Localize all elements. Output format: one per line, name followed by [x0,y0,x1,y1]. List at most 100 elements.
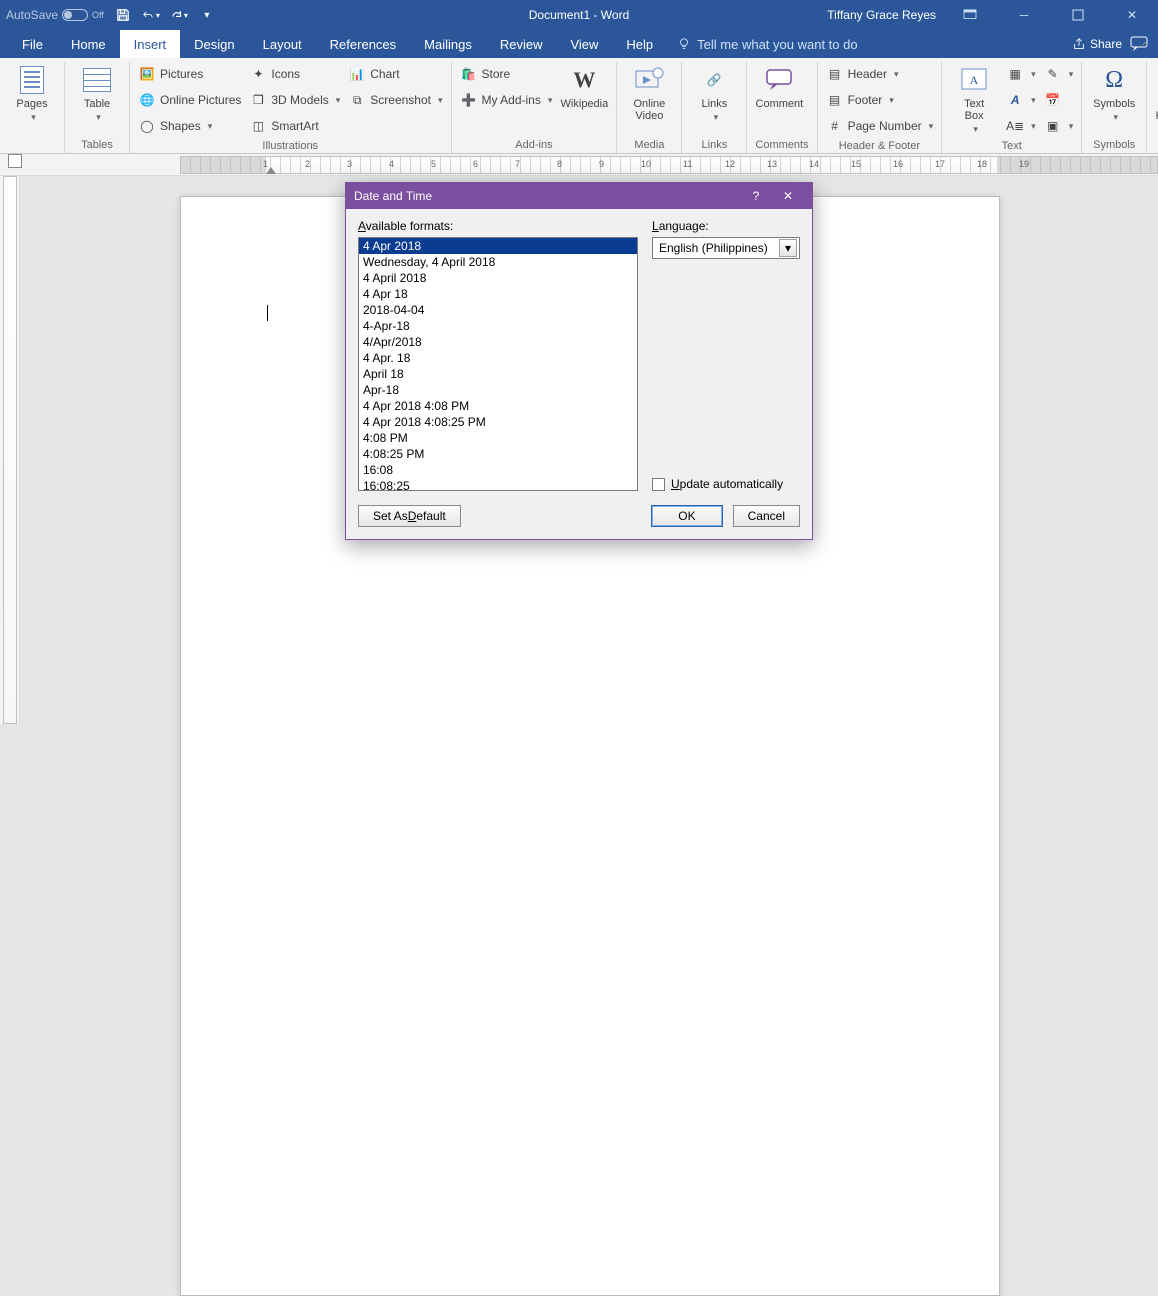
qat-customize-icon[interactable]: ▾ [198,6,216,24]
format-option[interactable]: 4 April 2018 [359,270,637,286]
store-button[interactable]: 🛍️Store [460,62,553,86]
table-button[interactable]: Table [73,62,121,125]
format-option[interactable]: 4:08:25 PM [359,446,637,462]
format-option[interactable]: April 18 [359,366,637,382]
tab-insert[interactable]: Insert [120,30,181,58]
page-number-button[interactable]: #Page Number [826,114,934,138]
smartart-button[interactable]: ◫SmartArt [249,114,340,138]
group-media-label: Media [625,137,673,151]
title-bar: AutoSave Off ▾ ▾ ▾ Document1 - Word Tiff… [0,0,1158,30]
chart-button[interactable]: 📊Chart [348,62,442,86]
update-automatically-checkbox[interactable] [652,478,665,491]
3d-models-button[interactable]: ❒3D Models [249,88,340,112]
wordart-button[interactable]: A [1006,88,1036,112]
video-icon [633,64,665,96]
format-option[interactable]: Apr-18 [359,382,637,398]
group-media: Online Video Media [617,62,682,153]
header-button[interactable]: ▤Header [826,62,934,86]
set-as-default-button[interactable]: Set As Default [358,505,461,527]
wikipedia-button[interactable]: W Wikipedia [560,62,608,112]
footer-button[interactable]: ▤Footer [826,88,934,112]
tell-me-search[interactable]: Tell me what you want to do [677,30,857,58]
close-button[interactable]: ✕ [1112,3,1152,27]
online-video-button[interactable]: Online Video [625,62,673,124]
pictures-button[interactable]: 🖼️Pictures [138,62,241,86]
tab-help[interactable]: Help [612,30,667,58]
ruler-number: 5 [431,159,436,169]
ruler-number: 15 [851,159,861,169]
my-addins-button[interactable]: ➕My Add-ins [460,88,553,112]
dialog-help-button[interactable]: ? [740,189,772,203]
formats-listbox[interactable]: 4 Apr 2018Wednesday, 4 April 20184 April… [358,237,638,491]
redo-icon[interactable]: ▾ [170,6,188,24]
chevron-down-icon[interactable]: ▾ [779,239,797,257]
shapes-icon: ◯ [138,117,156,135]
object-icon: ▣ [1044,117,1062,135]
group-tables: Table Tables [65,62,130,153]
format-option[interactable]: 16:08 [359,462,637,478]
format-option[interactable]: 4-Apr-18 [359,318,637,334]
tab-layout[interactable]: Layout [249,30,316,58]
comment-button[interactable]: Comment [755,62,803,112]
text-box-icon: A [958,64,990,96]
date-time-button[interactable]: 📅 [1044,88,1074,112]
format-option[interactable]: 16:08:25 [359,478,637,491]
format-option[interactable]: 4 Apr 2018 [359,238,637,254]
object-button[interactable]: ▣ [1044,114,1074,138]
header-icon: ▤ [826,65,844,83]
autosave-toggle[interactable]: AutoSave Off [6,8,104,22]
ruler-number: 3 [347,159,352,169]
format-option[interactable]: 4 Apr. 18 [359,350,637,366]
tab-selector-icon[interactable] [8,154,22,168]
shapes-button[interactable]: ◯Shapes [138,114,241,138]
page-icon [20,66,44,94]
format-option[interactable]: 4 Apr 2018 4:08:25 PM [359,414,637,430]
format-option[interactable]: 4 Apr 2018 4:08 PM [359,398,637,414]
minimize-button[interactable]: ─ [1004,3,1044,27]
tab-home[interactable]: Home [57,30,120,58]
online-pictures-button[interactable]: 🌐Online Pictures [138,88,241,112]
format-option[interactable]: 4 Apr 18 [359,286,637,302]
maximize-button[interactable] [1058,3,1098,27]
drop-cap-button[interactable]: A≣ [1006,114,1036,138]
ok-button[interactable]: OK [651,505,722,527]
tab-view[interactable]: View [556,30,612,58]
format-option[interactable]: 2018-04-04 [359,302,637,318]
ruler-number: 10 [641,159,651,169]
tab-mailings[interactable]: Mailings [410,30,486,58]
dialog-close-button[interactable]: ✕ [772,189,804,203]
format-option[interactable]: 4/Apr/2018 [359,334,637,350]
user-name[interactable]: Tiffany Grace Reyes [827,8,936,22]
ruler-number: 6 [473,159,478,169]
cancel-button[interactable]: Cancel [733,505,800,527]
save-icon[interactable] [114,6,132,24]
collapse-ribbon-icon[interactable]: ⌃ [1140,40,1150,54]
group-emoji: 😂 Emoji Keyboard Emoji [1147,62,1158,153]
screenshot-button[interactable]: ⧉Screenshot [348,88,442,112]
quick-parts-button[interactable]: ▦ [1006,62,1036,86]
format-option[interactable]: Wednesday, 4 April 2018 [359,254,637,270]
tab-references[interactable]: References [316,30,410,58]
share-button[interactable]: Share [1072,37,1122,51]
date-time-icon: 📅 [1044,91,1062,109]
ribbon-display-options-icon[interactable] [950,3,990,27]
dialog-title-bar[interactable]: Date and Time ? ✕ [346,183,812,209]
icons-button[interactable]: ✦Icons [249,62,340,86]
pages-button[interactable]: Pages [8,62,56,125]
language-combobox[interactable]: English (Philippines) ▾ [652,237,800,259]
undo-icon[interactable]: ▾ [142,6,160,24]
text-box-button[interactable]: A Text Box [950,62,998,137]
vertical-ruler[interactable] [0,176,20,724]
horizontal-ruler[interactable]: 12345678910111213141516171819 [0,154,1158,176]
page-number-icon: # [826,117,844,135]
format-option[interactable]: 4:08 PM [359,430,637,446]
tab-review[interactable]: Review [486,30,557,58]
ruler-number: 8 [557,159,562,169]
tab-file[interactable]: File [8,30,57,58]
online-pictures-icon: 🌐 [138,91,156,109]
signature-line-button[interactable]: ✎ [1044,62,1074,86]
links-button[interactable]: 🔗 Links [690,62,738,125]
tab-design[interactable]: Design [180,30,248,58]
symbols-button[interactable]: Ω Symbols [1090,62,1138,125]
pictures-icon: 🖼️ [138,65,156,83]
